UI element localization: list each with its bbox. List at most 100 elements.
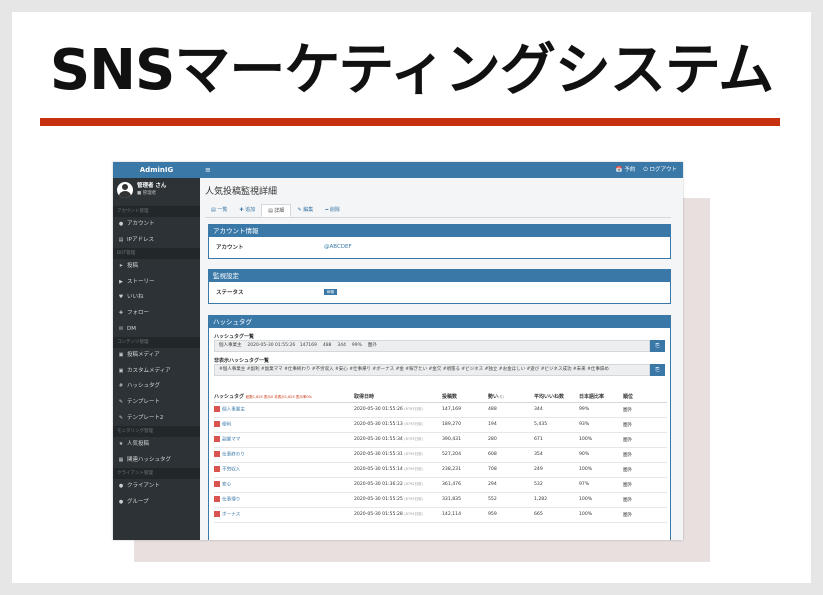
momentum: 608 xyxy=(488,447,534,463)
sidebar-item[interactable]: ▶ ストーリー xyxy=(113,275,200,291)
template2-icon: ✎ xyxy=(118,414,124,421)
sidebar-item[interactable]: ● クライアント xyxy=(113,479,200,495)
sidebar-item[interactable]: ♥ いいね xyxy=(113,290,200,306)
star-icon: ★ xyxy=(118,441,124,448)
fetched-date: 2020-05-30 01:55:25 xyxy=(354,497,403,502)
sidebar-item[interactable]: # ハッシュタグ xyxy=(113,379,200,395)
hashtag-link[interactable]: 個人事業主 xyxy=(222,408,245,413)
sidebar-item-label: 人気投稿 xyxy=(127,441,150,448)
copy-icon[interactable]: ⎘ xyxy=(650,364,665,376)
col-jp-ratio[interactable]: 日本語比率 xyxy=(579,380,623,403)
tab-list[interactable]: ▤ 一覧 xyxy=(205,204,233,217)
sidebar-menu: アカウント管理 ● アカウント ▤ IPアドレス BOT管理 ➤ 投稿 ▶ ストーリー ♥ いいね ✚ フ… xyxy=(113,206,200,511)
delete-icon[interactable] xyxy=(214,406,220,413)
hashtag-link[interactable]: 仕事終わり xyxy=(222,453,245,458)
sidebar-item[interactable]: ✉ DM xyxy=(113,322,200,338)
hashtag-link[interactable]: 仕事帰り xyxy=(222,498,240,503)
hidden-hashtag-value: #個人事業主 #副利 #副業ママ #仕事終わり #不労収入 #安心 #仕事帰り … xyxy=(214,364,650,376)
account-handle-link[interactable]: @ABCDEF xyxy=(324,244,352,250)
sidebar-item[interactable]: ▦ 関連ハッシュタグ xyxy=(113,453,200,469)
fetched-date: 2020-05-30 01:55:31 xyxy=(354,452,403,457)
post-count: 331,835 xyxy=(442,492,488,508)
sidebar-item[interactable]: ● グループ xyxy=(113,495,200,511)
copy-icon[interactable]: ⎘ xyxy=(650,340,665,352)
table-row: ボーナス 2020-05-30 01:55:28 (8793日前) 142,114 9… xyxy=(214,507,667,523)
hashtag-list-value: 個人事業主 2020-05-30 01:55:26 147169 488 344… xyxy=(214,340,650,352)
user-name: 管理者 さん xyxy=(137,183,167,189)
sidebar-item[interactable]: ✎ テンプレート xyxy=(113,395,200,411)
hashtag-link[interactable]: 安心 xyxy=(222,483,231,488)
delete-icon[interactable] xyxy=(214,436,220,443)
ip-icon: ▤ xyxy=(118,236,124,243)
tab-edit[interactable]: ✎ 編集 xyxy=(291,204,319,217)
jp-ratio: 97% xyxy=(579,477,623,493)
send-icon: ➤ xyxy=(118,263,124,270)
sidebar-item[interactable]: ✚ フォロー xyxy=(113,306,200,322)
hashtag-panel: ハッシュタグ ハッシュタグ一覧 個人事業主 2020-05-30 01:55:2… xyxy=(208,315,671,540)
col-hashtag[interactable]: ハッシュタグ 総数1,625 表示0 非表示1,625 表示率0% xyxy=(214,380,354,403)
hashtag-link[interactable]: 副業ママ xyxy=(222,438,240,443)
col-momentum[interactable]: 勢い(件) xyxy=(488,380,534,403)
sidebar-item-label: グループ xyxy=(127,498,149,505)
table-row: 副業ママ 2020-05-30 01:55:34 (8793日前) 390,431 2… xyxy=(214,432,667,448)
sidebar-item[interactable]: ▣ カスタムメディア xyxy=(113,364,200,380)
post-count: 238,231 xyxy=(442,462,488,478)
hashtag-link[interactable]: 便利 xyxy=(222,423,231,428)
fetched-date: 2020-05-30 01:55:14 xyxy=(354,467,403,472)
hashtag-link[interactable]: ボーナス xyxy=(222,513,240,518)
rank: 圏外 xyxy=(623,417,667,433)
reservation-link[interactable]: 📅 予約 xyxy=(616,162,636,178)
sidebar-item[interactable]: ▤ IPアドレス xyxy=(113,233,200,249)
days-ago: (8793日前) xyxy=(404,467,423,471)
hashtag-link[interactable]: 不労収入 xyxy=(222,468,240,473)
delete-icon[interactable] xyxy=(214,451,220,458)
main-content: 人気投稿監視詳細 ▤ 一覧 ✚ 追加 ▤ 詳細 ✎ 編集 ━ 削除 アカウント情… xyxy=(200,178,683,540)
jp-ratio: 100% xyxy=(579,507,623,523)
avg-likes: 354 xyxy=(534,447,579,463)
sidebar-item-label: ストーリー xyxy=(127,278,155,285)
momentum: 280 xyxy=(488,432,534,448)
headline: SNSマーケティングシステム xyxy=(49,38,774,103)
avg-likes: 249 xyxy=(534,462,579,478)
user-profile: 管理者 さん ■ 管理者 xyxy=(113,178,200,206)
template-icon: ✎ xyxy=(118,398,124,405)
delete-icon[interactable] xyxy=(214,466,220,473)
col-avg-likes[interactable]: 平均いいね数 xyxy=(534,380,579,403)
momentum: 959 xyxy=(488,507,534,523)
tab-delete[interactable]: ━ 削除 xyxy=(319,204,346,217)
sidebar-item[interactable]: ▣ 投稿メディア xyxy=(113,348,200,364)
sidebar-item-label: IPアドレス xyxy=(127,236,154,243)
momentum: 488 xyxy=(488,402,534,418)
hashtag-count-note: 総数1,625 表示0 非表示1,625 表示率0% xyxy=(245,394,312,399)
brand-logo[interactable]: AdminIG xyxy=(113,162,200,178)
rank: 圏外 xyxy=(623,432,667,448)
tab-detail[interactable]: ▤ 詳細 xyxy=(261,204,292,217)
sidebar-section-header: アカウント管理 xyxy=(113,206,200,217)
delete-icon[interactable] xyxy=(214,511,220,518)
post-count: 361,476 xyxy=(442,477,488,493)
delete-icon[interactable] xyxy=(214,421,220,428)
sidebar-item[interactable]: ✎ テンプレート2 xyxy=(113,411,200,427)
delete-icon[interactable] xyxy=(214,496,220,503)
account-label: アカウント xyxy=(216,244,244,251)
page-title: 人気投稿監視詳細 xyxy=(205,187,278,197)
fetched-date: 2020-05-30 01:55:34 xyxy=(354,437,403,442)
col-date[interactable]: 取得日時 xyxy=(354,380,442,403)
follow-icon: ✚ xyxy=(118,309,124,316)
sidebar-item[interactable]: ➤ 投稿 xyxy=(113,259,200,275)
tab-add[interactable]: ✚ 追加 xyxy=(233,204,261,217)
delete-icon[interactable] xyxy=(214,481,220,488)
hamburger-menu-icon[interactable]: ≡ xyxy=(205,166,211,174)
sidebar: AdminIG 管理者 さん ■ 管理者 アカウント管理 ● アカウント ▤ IPアドレ… xyxy=(113,162,200,540)
col-posts[interactable]: 投稿数 xyxy=(442,380,488,403)
table-row: 便利 2020-05-30 01:55:13 (8793日前) 189,270 194… xyxy=(214,417,667,433)
col-rank[interactable]: 順位 xyxy=(623,380,667,403)
logout-link[interactable]: ⏻ ログアウト xyxy=(643,162,677,178)
sidebar-item[interactable]: ● アカウント xyxy=(113,217,200,233)
fetched-date: 2020-05-30 01:55:13 xyxy=(354,422,403,427)
days-ago: (8792日前) xyxy=(404,482,423,486)
table-row: 仕事終わり 2020-05-30 01:55:31 (8793日前) 527,204… xyxy=(214,447,667,463)
sidebar-item[interactable]: ★ 人気投稿 xyxy=(113,437,200,453)
jp-ratio: 93% xyxy=(579,417,623,433)
table-row: 個人事業主 2020-05-30 01:55:26 (8793日前) 147,169… xyxy=(214,402,667,418)
